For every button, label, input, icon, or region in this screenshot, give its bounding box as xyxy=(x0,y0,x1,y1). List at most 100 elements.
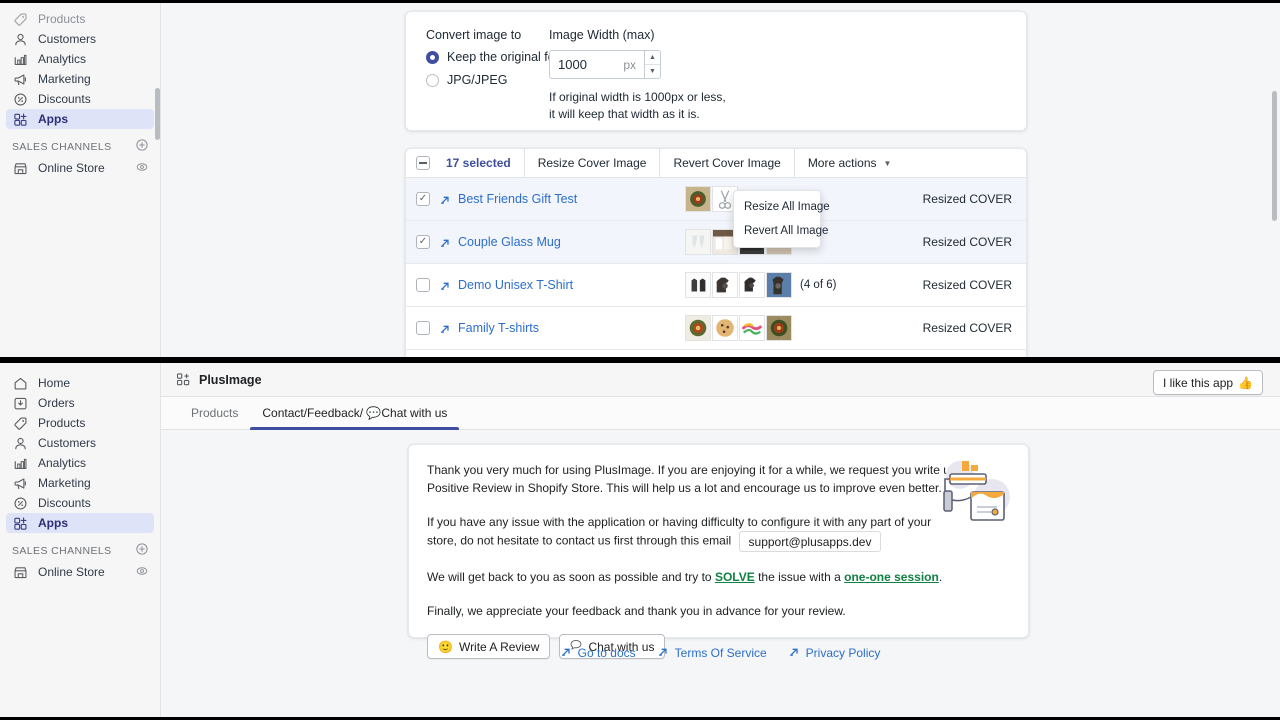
image-width-stepper[interactable]: 1000 px ▲ ▼ xyxy=(549,50,729,79)
discount-icon xyxy=(12,91,29,107)
solve-highlight: SOLVE xyxy=(714,570,755,584)
sidebar-item-label: Orders xyxy=(38,396,75,410)
sidebar-item-label: Discounts xyxy=(38,92,91,106)
more-actions-dropdown[interactable]: Resize All Image Revert All Image xyxy=(733,190,830,248)
row-title-cell: Couple Glass Mug xyxy=(440,235,685,249)
sidebar-item-label: Apps xyxy=(38,516,68,530)
add-sales-channel-icon[interactable] xyxy=(136,543,148,558)
megaphone-icon xyxy=(12,475,29,491)
row-checkbox-cell[interactable]: ✓ xyxy=(406,235,440,249)
table-row[interactable]: ✓ Best Friends Gift Test ) Resized COVER xyxy=(406,178,1026,221)
product-link[interactable]: Demo Unisex T-Shirt xyxy=(458,278,573,292)
select-all-checkbox[interactable] xyxy=(416,156,430,170)
sidebar-item-label: Home xyxy=(38,376,71,390)
image-width-input[interactable]: 1000 px xyxy=(549,50,644,79)
i-like-this-app-button[interactable]: I like this app 👍 xyxy=(1153,370,1263,395)
sidebar-item-apps[interactable]: Apps xyxy=(6,513,154,533)
external-link-icon xyxy=(440,237,451,248)
sidebar-channel-online-store[interactable]: Online Store xyxy=(6,158,154,178)
image-width-label: Image Width (max) xyxy=(549,28,655,42)
content-scrollbar-thumb[interactable] xyxy=(1272,91,1277,221)
menu-item-resize-all-image[interactable]: Resize All Image xyxy=(734,195,830,219)
feedback-paragraph-4: Finally, we appreciate your feedback and… xyxy=(427,604,846,618)
sidebar-item-marketing[interactable]: Marketing xyxy=(6,69,154,89)
table-row[interactable]: Family T-shirts Resized COVER xyxy=(406,307,1026,350)
discount-icon xyxy=(12,495,29,511)
row-title-cell: Best Friends Gift Test xyxy=(440,192,685,206)
sidebar-item-label: Analytics xyxy=(38,52,87,66)
sidebar-item-customers[interactable]: Customers xyxy=(6,29,154,49)
image-width-group: Image Width (max) 1000 px ▲ ▼ If origina… xyxy=(549,28,729,124)
selected-count-label[interactable]: 17 selected xyxy=(440,149,524,177)
row-checkbox-unchecked[interactable] xyxy=(416,321,430,335)
row-checkbox-cell[interactable] xyxy=(406,278,440,292)
sidebar-item-products[interactable]: Products xyxy=(6,9,154,29)
support-email-chip[interactable]: support@plusapps.dev xyxy=(738,531,882,552)
stepper-up-icon[interactable]: ▲ xyxy=(645,51,660,65)
sidebar-item-discounts[interactable]: Discounts xyxy=(6,89,154,109)
p3-part-c: . xyxy=(938,570,943,584)
sidebar-item-marketing[interactable]: Marketing xyxy=(6,473,154,493)
row-image-count: (4 of 6) xyxy=(800,279,837,291)
person-icon xyxy=(12,435,29,451)
resize-cover-image-button[interactable]: Resize Cover Image xyxy=(523,149,660,177)
sidebar-item-discounts[interactable]: Discounts xyxy=(6,493,154,513)
sidebar-channel-label: Online Store xyxy=(38,161,105,175)
sidebar-item-label: Customers xyxy=(38,436,97,450)
preview-store-eye-icon[interactable] xyxy=(136,161,148,176)
chevron-down-icon: ▼ xyxy=(883,158,892,168)
add-sales-channel-icon[interactable] xyxy=(136,139,148,154)
stepper-buttons[interactable]: ▲ ▼ xyxy=(644,50,661,79)
product-link[interactable]: Best Friends Gift Test xyxy=(458,192,577,206)
row-checkbox-unchecked[interactable] xyxy=(416,278,430,292)
plate-thumb xyxy=(766,315,792,341)
row-checkbox-checked[interactable]: ✓ xyxy=(416,192,430,206)
more-actions-button[interactable]: More actions ▼ xyxy=(793,149,905,177)
sidebar-item-customers[interactable]: Customers xyxy=(6,433,154,453)
sidebar-item-apps[interactable]: Apps xyxy=(6,109,154,129)
radio-dot-jpg xyxy=(426,73,439,87)
sidebar-item-home[interactable]: Home xyxy=(6,373,154,393)
external-link-icon xyxy=(440,280,451,291)
sidebar-scrollbar-thumb[interactable] xyxy=(155,88,160,140)
sidebar-item-analytics[interactable]: Analytics xyxy=(6,49,154,69)
cookie-thumb xyxy=(712,315,738,341)
product-link[interactable]: Family T-shirts xyxy=(458,321,539,335)
image-settings-card: Convert image to Keep the original forma… xyxy=(405,11,1027,131)
privacy-policy-link[interactable]: Privacy Policy xyxy=(789,646,881,660)
row-checkbox-cell[interactable] xyxy=(406,321,440,335)
go-to-docs-link[interactable]: Go to docs xyxy=(561,646,636,660)
feedback-card: Thank you very much for using PlusImage.… xyxy=(408,444,1029,659)
select-all-checkbox-cell[interactable] xyxy=(406,149,440,177)
menu-item-revert-all-image[interactable]: Revert All Image xyxy=(734,219,828,243)
sidebar-item-products[interactable]: Products xyxy=(6,413,154,433)
row-checkbox-cell[interactable]: ✓ xyxy=(406,192,440,206)
bar-chart-icon xyxy=(12,51,29,67)
tab-products[interactable]: Products xyxy=(179,397,250,430)
tab-contact-feedback[interactable]: Contact/Feedback/ 💬Chat with us xyxy=(250,397,460,430)
apps-icon xyxy=(12,111,29,127)
preview-store-eye-icon[interactable] xyxy=(136,565,148,580)
sidebar-item-label: Analytics xyxy=(38,456,87,470)
privacy-policy-label: Privacy Policy xyxy=(805,646,881,660)
sidebar-item-orders[interactable]: Orders xyxy=(6,393,154,413)
more-actions-label: More actions xyxy=(807,156,877,170)
table-row[interactable]: ✓ Couple Glass Mug Resized COVER xyxy=(406,221,1026,264)
sidebar-item-analytics[interactable]: Analytics xyxy=(6,453,154,473)
sidebar-channel-label: Online Store xyxy=(38,565,105,579)
row-checkbox-checked[interactable]: ✓ xyxy=(416,235,430,249)
row-thumbnails xyxy=(685,272,793,298)
sidebar-channel-online-store[interactable]: Online Store xyxy=(6,562,154,582)
table-row[interactable]: Demo Unisex T-Shirt (4 of 6) Resized COV… xyxy=(406,264,1026,307)
apps-icon xyxy=(177,373,190,386)
product-link[interactable]: Couple Glass Mug xyxy=(458,235,561,249)
revert-cover-image-button[interactable]: Revert Cover Image xyxy=(659,149,793,177)
product-list-card: 17 selected Resize Cover Image Revert Co… xyxy=(405,148,1027,357)
app-header: PlusImage by PlusApps xyxy=(161,363,1280,397)
app-tab-bar: Products Contact/Feedback/ 💬Chat with us xyxy=(161,397,1280,430)
stepper-down-icon[interactable]: ▼ xyxy=(645,65,660,78)
row-status: Resized COVER xyxy=(922,235,1012,249)
image-width-hint: If original width is 1000px or less, it … xyxy=(549,90,726,122)
terms-of-service-link[interactable]: Terms Of Service xyxy=(658,646,767,660)
tee-blue-thumb xyxy=(766,272,792,298)
